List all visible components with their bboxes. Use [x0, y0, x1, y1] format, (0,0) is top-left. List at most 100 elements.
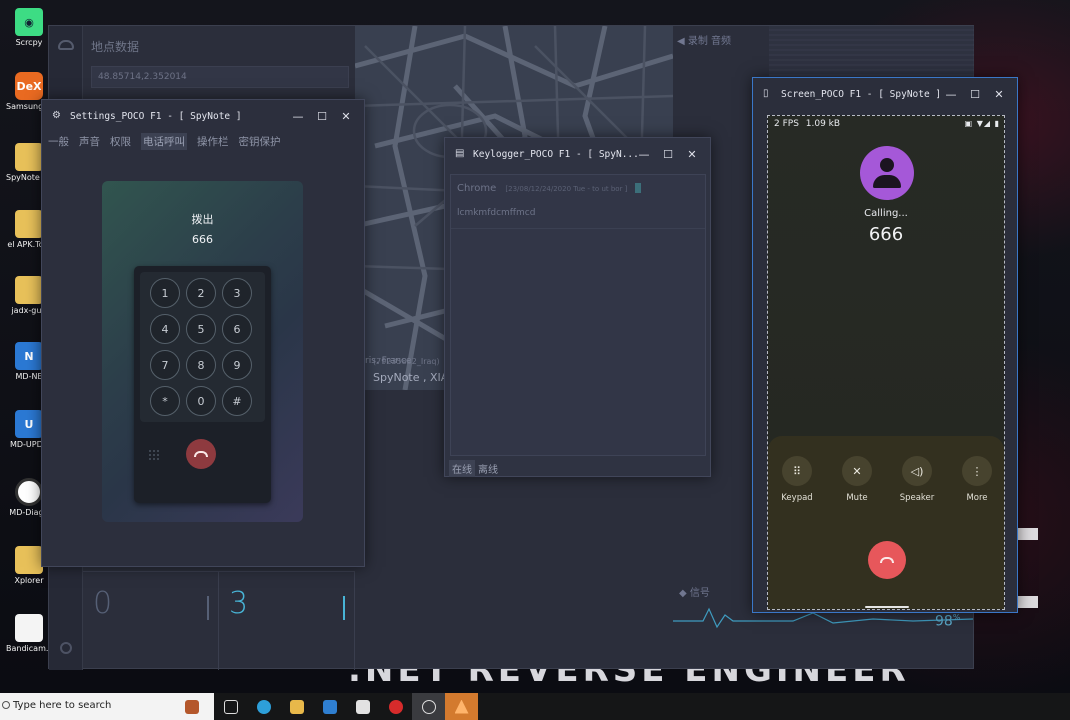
settings-titlebar[interactable]: ⚙ Settings_POCO F1 - [ SpyNote ] — ☐ ✕ [42, 100, 364, 132]
desktop-icon-label: Bandicam.7 [6, 644, 52, 653]
taskbar-mail[interactable] [313, 693, 346, 720]
tab-action-bar[interactable]: 操作栏 [197, 134, 229, 149]
counter-offline: 0 [83, 571, 219, 670]
app-icon: N [15, 342, 43, 370]
counter-bar [207, 596, 209, 620]
search-highlight-icon[interactable] [172, 693, 212, 720]
screen-titlebar[interactable]: ▯ Screen_POCO F1 - [ SpyNote ] — ☐ ✕ [753, 78, 1017, 110]
window-title: Screen_POCO F1 - [ SpyNote ] [781, 88, 942, 100]
minimize-button[interactable]: — [939, 88, 963, 101]
keypad-label: Keypad [781, 493, 813, 503]
keys-area: 1 2 3 4 5 6 7 8 9 * 0 # [140, 272, 265, 422]
status-offline-tab[interactable]: 离线 [475, 460, 501, 477]
speaker-label: Speaker [899, 493, 935, 503]
keylog-app-name: Chrome [457, 183, 497, 194]
cloud-icon[interactable] [58, 40, 74, 50]
record-audio-label[interactable]: ◀ 录制 音频 [677, 32, 731, 47]
desktop-icon-label: Scrcpy [15, 38, 43, 47]
keypad-button[interactable]: ⠿ Keypad [772, 456, 822, 503]
dex-icon: DeX [15, 72, 43, 100]
taskbar-edge[interactable] [247, 693, 280, 720]
key-star[interactable]: * [150, 386, 180, 416]
key-9[interactable]: 9 [222, 350, 252, 380]
phone-icon: ▯ [763, 88, 769, 99]
hangup-button[interactable] [186, 439, 216, 469]
status-online-tab[interactable]: 在线 [449, 460, 475, 477]
end-call-icon [880, 557, 894, 563]
folder-icon [15, 143, 43, 171]
phone-screen[interactable]: 2 FPS 1.09 kB ▣ ▼◢ ▮ Calling... 666 ⠿ Ke… [767, 115, 1005, 610]
gesture-nav-bar[interactable] [865, 606, 909, 608]
key-8[interactable]: 8 [186, 350, 216, 380]
minimize-button[interactable]: — [632, 148, 656, 161]
close-button[interactable]: ✕ [680, 148, 704, 161]
key-0[interactable]: 0 [186, 386, 216, 416]
dialer-panel: 拨出 666 1 2 3 4 5 6 7 8 9 * 0 # [102, 181, 303, 522]
key-1[interactable]: 1 [150, 278, 180, 308]
end-call-button[interactable] [868, 541, 906, 579]
keylog-status-tabs: 在线 离线 [449, 460, 501, 477]
fps-readout: 2 FPS [774, 119, 799, 129]
keylog-entry-header: Chrome [23/08/12/24/2020 Tue - to ut bor… [457, 183, 641, 194]
coordinates-field[interactable]: 48.85714,2.352014 [91, 66, 349, 88]
key-6[interactable]: 6 [222, 314, 252, 344]
key-3[interactable]: 3 [222, 278, 252, 308]
call-number: 666 [868, 224, 904, 245]
window-title: Settings_POCO F1 - [ SpyNote ] [70, 110, 242, 122]
search-icon [2, 701, 10, 709]
taskbar-app-shield[interactable] [346, 693, 379, 720]
cloud-icon [421, 699, 436, 714]
keylogger-titlebar[interactable]: ▤ Keylogger_POCO F1 - [ SpyN... — ☐ ✕ [445, 138, 710, 170]
taskbar-spynote[interactable] [412, 693, 445, 720]
keylog-list[interactable]: Chrome [23/08/12/24/2020 Tue - to ut bor… [450, 174, 706, 456]
keylogger-window[interactable]: ▤ Keylogger_POCO F1 - [ SpyN... — ☐ ✕ Ch… [444, 137, 711, 477]
maximize-button[interactable]: ☐ [310, 110, 334, 123]
minimize-button[interactable]: — [286, 110, 310, 123]
taskbar-bandicam[interactable] [379, 693, 412, 720]
tab-key-protection[interactable]: 密钥保护 [239, 134, 281, 149]
desktop-icon-scrcpy[interactable]: ◉ Scrcpy [6, 8, 52, 47]
close-button[interactable]: ✕ [334, 110, 358, 123]
maximize-button[interactable]: ☐ [656, 148, 680, 161]
task-view-icon [223, 699, 238, 714]
data-rate-readout: 1.09 kB [805, 119, 841, 129]
speaker-button[interactable]: ◁) Speaker [892, 456, 942, 503]
key-5[interactable]: 5 [186, 314, 216, 344]
battery-value: 98 [935, 613, 953, 630]
task-view-button[interactable] [214, 693, 247, 720]
keypad-grid-icon[interactable] [148, 449, 160, 461]
power-icon[interactable] [60, 642, 72, 654]
keylog-entry-meta: [23/08/12/24/2020 Tue - to ut bor ] [505, 185, 628, 193]
taskbar-vlc[interactable] [445, 693, 478, 720]
avatar-body [873, 175, 901, 188]
tab-permissions[interactable]: 权限 [110, 134, 131, 149]
key-7[interactable]: 7 [150, 350, 180, 380]
key-2[interactable]: 2 [186, 278, 216, 308]
signal-label: ◆ 信号 [679, 588, 710, 599]
desktop-icon-bandicam[interactable]: Bandicam.7 [6, 614, 52, 653]
screen-window[interactable]: ▯ Screen_POCO F1 - [ SpyNote ] — ☐ ✕ 2 F… [752, 77, 1018, 613]
keypad-icon: ⠿ [782, 456, 812, 486]
tab-sound[interactable]: 声音 [79, 134, 100, 149]
more-button[interactable]: ⋮ More [952, 456, 1002, 503]
maximize-button[interactable]: ☐ [963, 88, 987, 101]
entry-tag [634, 183, 641, 193]
settings-window[interactable]: ⚙ Settings_POCO F1 - [ SpyNote ] — ☐ ✕ 一… [41, 99, 365, 567]
house-icon [185, 699, 199, 714]
settings-tabs: 一般 声音 权限 电话呼叫 操作栏 密钥保护 [42, 132, 364, 150]
taskbar-explorer[interactable] [280, 693, 313, 720]
mute-button[interactable]: ✕ Mute [832, 456, 882, 503]
close-button[interactable]: ✕ [987, 88, 1011, 101]
tab-phone-call[interactable]: 电话呼叫 [141, 132, 187, 150]
search-placeholder: Type here to search [13, 700, 112, 711]
keylog-typed-text: lcmkmfdcmffmcd [457, 208, 536, 218]
edge-icon [256, 699, 271, 714]
keyboard-icon: ▤ [455, 148, 465, 159]
divider [451, 228, 705, 229]
key-4[interactable]: 4 [150, 314, 180, 344]
tab-general[interactable]: 一般 [48, 134, 69, 149]
location-title: 地点数据 [91, 40, 140, 54]
folder-icon [15, 210, 43, 238]
record-icon [388, 699, 403, 714]
key-hash[interactable]: # [222, 386, 252, 416]
